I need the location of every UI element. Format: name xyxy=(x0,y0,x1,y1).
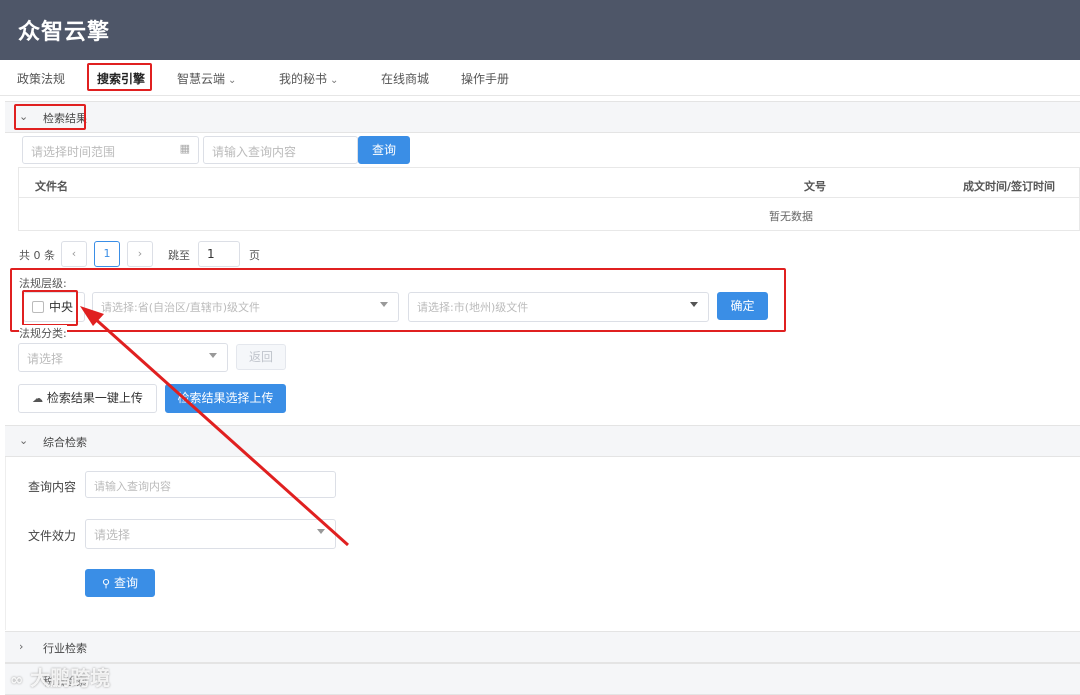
upload-all-button[interactable]: ☁ 检索结果一键上传 xyxy=(18,384,157,413)
chevron-down-icon: ⌄ xyxy=(19,434,29,447)
caret-down-icon xyxy=(209,353,217,358)
query-content-label: 查询内容 xyxy=(28,480,77,494)
page-suffix: 页 xyxy=(249,249,260,262)
calendar-icon: ▦ xyxy=(179,142,190,155)
file-effect-label: 文件效力 xyxy=(28,529,77,543)
prev-page-button[interactable]: ‹ xyxy=(61,241,87,267)
watermark-text: 大鹏跨境 xyxy=(30,666,111,690)
watermark: ∞ 大鹏跨境 xyxy=(10,662,110,691)
column-header-doc-number: 文号 xyxy=(804,180,826,193)
chevron-left-icon: ‹ xyxy=(71,247,77,260)
industry-section-header[interactable]: › 行业检索 xyxy=(5,631,1080,663)
chevron-down-icon: ⌄ xyxy=(330,75,339,86)
watermark-logo-icon: ∞ xyxy=(10,670,24,689)
main-nav: 政策法规 搜索引擎 智慧云端 ⌄ 我的秘书 ⌄ 在线商城 操作手册 xyxy=(0,60,1080,96)
search-icon: ⚲ xyxy=(102,577,111,590)
combined-section-header[interactable]: ⌄ 综合检索 xyxy=(5,425,1080,457)
app-logo: 众智云擎 xyxy=(18,20,111,45)
nav-my-secretary[interactable]: 我的秘书 ⌄ xyxy=(279,70,338,87)
empty-text: 暂无数据 xyxy=(769,210,813,223)
next-page-button[interactable]: › xyxy=(127,241,153,267)
chevron-right-icon: › xyxy=(19,640,24,653)
date-range-input[interactable]: 请选择时间范围 ▦ xyxy=(22,136,199,164)
combined-search-label: 查询 xyxy=(113,576,138,590)
nav-manual[interactable]: 操作手册 xyxy=(461,70,509,87)
category-label: 法规分类: xyxy=(19,325,67,341)
annotation-box-nav xyxy=(87,63,152,91)
results-table: 文件名 文号 成文时间/签订时间 暂无数据 xyxy=(18,167,1080,231)
nav-policy[interactable]: 政策法规 xyxy=(17,70,65,87)
pagination-total: 共 0 条 xyxy=(19,249,55,262)
annotation-box-results xyxy=(14,104,86,130)
results-section-header[interactable]: ⌄ 检索结果 xyxy=(5,101,1080,133)
tax-section-header[interactable]: 税法检索 xyxy=(5,663,1080,695)
goto-label: 跳至 xyxy=(168,249,190,262)
chevron-down-icon: ⌄ xyxy=(228,75,237,86)
goto-page-input[interactable]: 1 xyxy=(198,241,240,267)
category-select[interactable]: 请选择 xyxy=(18,343,228,372)
column-header-date: 成文时间/签订时间 xyxy=(963,180,1056,193)
back-button[interactable]: 返回 xyxy=(236,344,286,370)
combined-query-input[interactable]: 请输入查询内容 xyxy=(85,471,336,498)
results-query-button[interactable]: 查询 xyxy=(358,136,410,164)
upload-selected-button[interactable]: 检索结果选择上传 xyxy=(165,384,286,413)
table-header-row xyxy=(19,168,1079,198)
top-header: 众智云擎 xyxy=(0,0,1080,60)
upload-all-label: 检索结果一键上传 xyxy=(46,391,143,405)
nav-online-store[interactable]: 在线商城 xyxy=(381,70,429,87)
industry-section-title: 行业检索 xyxy=(43,642,87,655)
file-effect-select[interactable]: 请选择 xyxy=(85,519,336,549)
nav-smart-cloud[interactable]: 智慧云端 ⌄ xyxy=(177,70,236,87)
cloud-upload-icon: ☁ xyxy=(32,392,44,405)
results-query-input[interactable]: 请输入查询内容 xyxy=(203,136,358,164)
page-number-current[interactable]: 1 xyxy=(94,241,120,267)
combined-search-button[interactable]: ⚲ 查询 xyxy=(85,569,155,597)
caret-down-icon xyxy=(317,529,325,534)
column-header-filename: 文件名 xyxy=(35,180,68,193)
annotation-box-central xyxy=(22,290,78,326)
annotation-box-level xyxy=(10,268,786,332)
chevron-right-icon: › xyxy=(137,247,143,260)
combined-section-title: 综合检索 xyxy=(43,436,87,449)
